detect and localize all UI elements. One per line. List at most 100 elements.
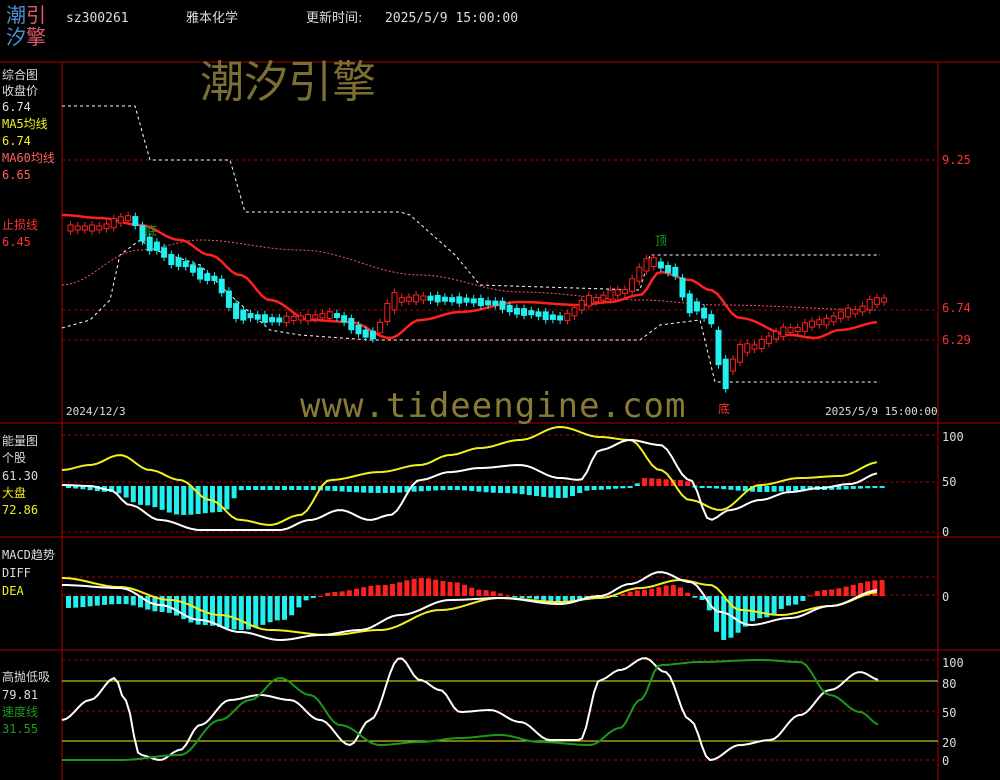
macd-bar (102, 596, 107, 605)
macd-bar (814, 591, 820, 596)
macd-bar (512, 596, 518, 598)
energy-bar (454, 486, 460, 491)
energy-bar (541, 486, 547, 497)
macd-bar (418, 578, 424, 596)
macd-bar (627, 591, 633, 596)
energy-bar (476, 486, 482, 492)
candle-body (866, 298, 873, 311)
candle-body (168, 254, 175, 266)
energy-bar (591, 486, 597, 490)
macd-bar (354, 588, 359, 596)
energy-bar (793, 486, 799, 491)
candle-body (477, 297, 484, 307)
energy-stock-value: 61.30 (2, 469, 39, 483)
hsl-axis-80: 80 (942, 677, 957, 691)
candle-body (384, 302, 391, 323)
macd-bar (879, 580, 885, 596)
candle-body (816, 319, 823, 326)
energy-bar (260, 486, 266, 490)
energy-bar (181, 486, 187, 515)
candle-body (89, 224, 96, 232)
candle-body (355, 324, 362, 335)
energy-bar (548, 486, 554, 498)
candle-body (686, 293, 693, 314)
energy-bar (728, 486, 734, 490)
candle-body (290, 316, 297, 322)
energy-bar (152, 486, 158, 508)
candle-body (261, 314, 268, 323)
speed-line (62, 659, 879, 761)
energy-bar (843, 486, 849, 490)
macd-bar (339, 591, 345, 596)
macd-bar (800, 596, 806, 601)
candle-body (146, 236, 153, 252)
macd-bar (822, 589, 827, 596)
macd-bar (793, 596, 799, 605)
macd-bar (123, 596, 129, 605)
candle-body (823, 317, 830, 326)
macd-bar (685, 592, 691, 596)
energy-bar (339, 486, 345, 492)
macd-bar (447, 581, 453, 596)
candle-body (427, 295, 434, 301)
candle-body (225, 290, 232, 308)
candle-body (535, 311, 542, 317)
candle-body (701, 307, 708, 319)
candle-body (132, 216, 139, 227)
macd-bar (318, 595, 323, 597)
candle-body (557, 315, 564, 321)
candle-body (110, 218, 117, 229)
energy-bar (685, 481, 691, 486)
candle-body (845, 307, 852, 318)
candle-body (305, 314, 312, 322)
energy-bar (642, 478, 647, 486)
energy-bar (562, 486, 568, 498)
macd-bar (620, 593, 626, 596)
candle-body (837, 311, 844, 320)
candle-body (456, 296, 463, 304)
macd-bar (440, 581, 446, 596)
candle-body (211, 275, 218, 282)
macd-bar (94, 596, 100, 606)
macd-bar (253, 596, 259, 628)
candle-body (67, 224, 74, 232)
candle-body (96, 225, 103, 231)
candle-body (801, 322, 808, 332)
candle-body (614, 289, 621, 296)
energy-bar (786, 486, 791, 492)
macd-bar (750, 596, 755, 622)
candle-body (787, 327, 794, 333)
candle-body (254, 314, 261, 320)
energy-bar (858, 486, 863, 489)
macd-bar (303, 596, 309, 601)
energy-bar (123, 486, 129, 498)
energy-bar (390, 486, 395, 493)
energy-bar (613, 486, 619, 489)
candle-body (369, 330, 376, 340)
energy-bar (634, 483, 640, 486)
macd-bar (807, 595, 813, 597)
macd-bar (519, 596, 525, 598)
energy-bar (620, 486, 626, 489)
energy-bar (346, 486, 352, 492)
candle-body (405, 296, 412, 302)
energy-bar (649, 478, 655, 486)
macd-bar (289, 596, 295, 616)
energy-bar (555, 486, 561, 498)
macd-axis-0: 0 (942, 590, 950, 604)
candle-body (521, 308, 528, 316)
candle-body (765, 335, 772, 344)
energy-bar (606, 486, 611, 490)
macd-bar (692, 596, 698, 598)
energy-bar (332, 486, 338, 492)
macd-bar (721, 596, 727, 640)
energy-bar (462, 486, 467, 491)
energy-market-value: 72.86 (2, 503, 39, 517)
energy-bar (771, 486, 777, 492)
candle-body (362, 329, 369, 338)
top-mark: 顶 (655, 234, 668, 248)
macd-bar (829, 589, 835, 596)
macd-bar (843, 586, 849, 596)
candle-body (852, 309, 859, 315)
energy-bar (505, 486, 511, 494)
